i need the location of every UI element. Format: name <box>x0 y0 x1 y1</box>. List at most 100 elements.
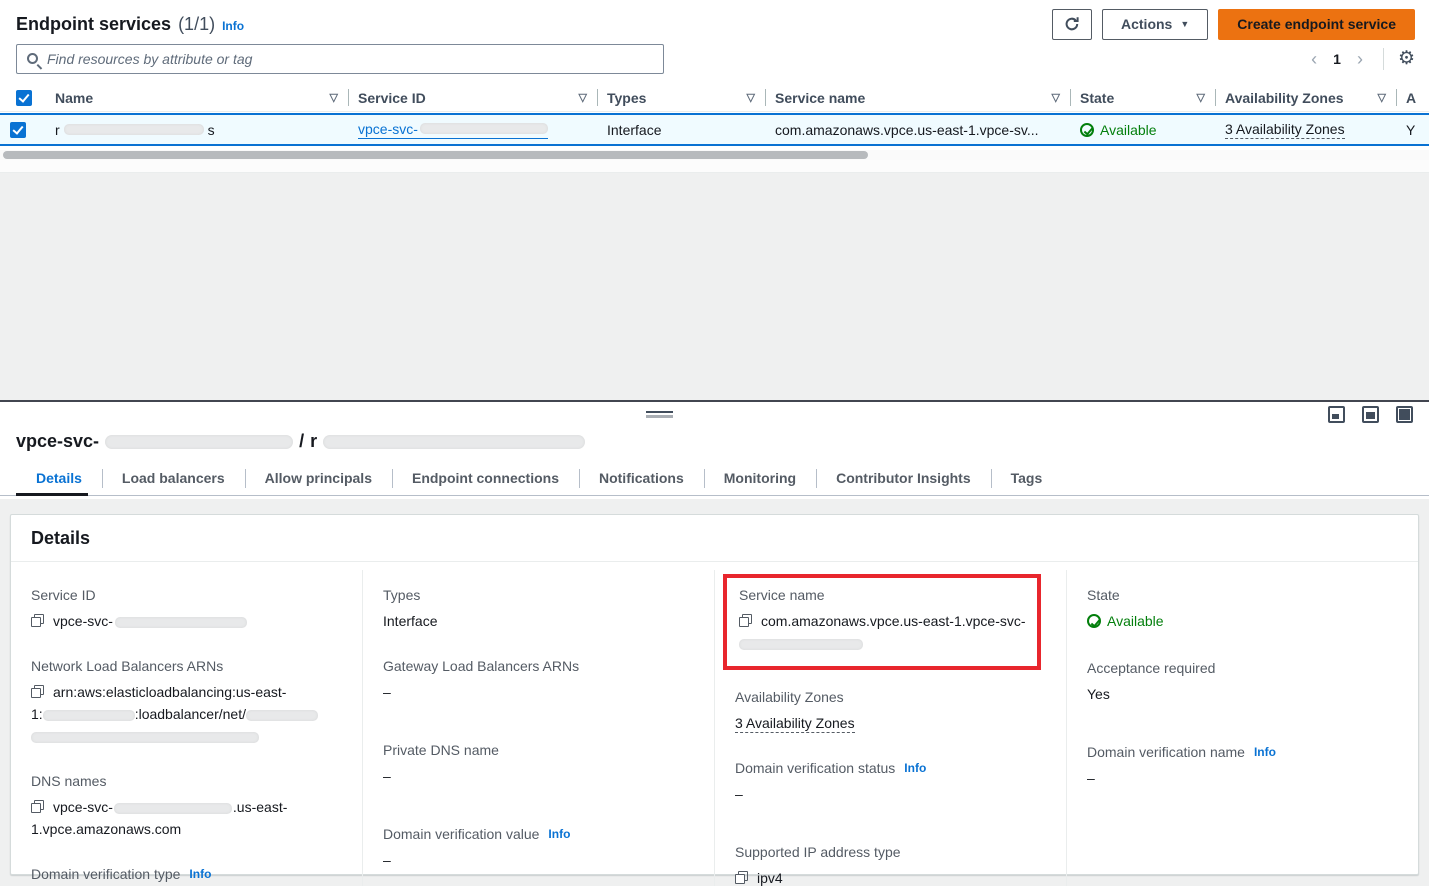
redacted-lb-name <box>246 710 318 721</box>
pagination: ‹ 1 › ⚙ <box>1305 48 1415 70</box>
availability-zones-popover-link[interactable]: 3 Availability Zones <box>735 715 855 733</box>
panel-position-bottom-icon[interactable] <box>1328 406 1345 423</box>
tab-monitoring[interactable]: Monitoring <box>704 461 816 495</box>
column-header-service-id[interactable]: Service ID ▽ <box>348 84 597 111</box>
horizontal-scrollbar-thumb[interactable] <box>3 151 868 159</box>
field-service-id: Service ID vpce-svc- <box>31 584 342 632</box>
filter-icon[interactable]: ▽ <box>739 91 755 104</box>
tab-contributor-insights[interactable]: Contributor Insights <box>816 461 991 495</box>
info-link[interactable]: Info <box>189 863 211 885</box>
copy-icon[interactable] <box>31 614 44 627</box>
redacted-service-id-value <box>115 617 247 628</box>
tab-endpoint-connections[interactable]: Endpoint connections <box>392 461 579 495</box>
search-icon <box>27 53 38 64</box>
row-types-cell: Interface <box>597 115 765 144</box>
row-checkbox[interactable] <box>10 122 26 138</box>
redacted-account-id <box>43 710 135 721</box>
field-domain-verification-type: Domain verification type Info – <box>31 863 342 886</box>
tab-details[interactable]: Details <box>16 461 102 495</box>
details-card-body: Service ID vpce-svc- Network Load Balanc… <box>11 562 1418 886</box>
field-supported-ip: Supported IP address type ipv4 <box>735 841 1046 886</box>
row-service-id-cell: vpce-svc- <box>348 115 597 144</box>
column-header-state[interactable]: State ▽ <box>1070 84 1215 111</box>
details-tab-content: Details Service ID vpce-svc- Network L <box>0 499 1429 886</box>
page-header: Endpoint services (1/1) Info Actions ▼ C… <box>16 7 1415 41</box>
endpoint-services-table-pane: Endpoint services (1/1) Info Actions ▼ C… <box>0 0 1429 400</box>
redacted-title-id <box>105 435 293 449</box>
table-header-row: Name ▽ Service ID ▽ Types ▽ Service name… <box>0 84 1429 112</box>
split-panel-chrome <box>0 402 1429 428</box>
previous-page-button[interactable]: ‹ <box>1305 50 1323 68</box>
info-link[interactable]: Info <box>904 757 926 779</box>
success-check-icon <box>1080 123 1094 137</box>
detail-tabs: Details Load balancers Allow principals … <box>0 461 1429 496</box>
copy-icon[interactable] <box>735 871 748 884</box>
details-card-title: Details <box>11 515 1418 562</box>
copy-icon[interactable] <box>739 614 752 627</box>
field-service-name: Service name com.amazonaws.vpce.us-east-… <box>739 584 1027 654</box>
search-input[interactable] <box>47 51 653 67</box>
tab-allow-principals[interactable]: Allow principals <box>245 461 392 495</box>
create-endpoint-service-button[interactable]: Create endpoint service <box>1218 9 1415 40</box>
table-bottom-strip <box>0 160 1429 173</box>
table-controls-row: ‹ 1 › ⚙ <box>16 43 1415 74</box>
field-availability-zones: Availability Zones 3 Availability Zones <box>735 686 1046 734</box>
column-header-availability-zones[interactable]: Availability Zones ▽ <box>1215 84 1396 111</box>
page-title: Endpoint services <box>16 14 171 35</box>
success-check-icon <box>1087 614 1101 628</box>
split-panel-title: vpce-svc- / r <box>0 428 1429 461</box>
field-domain-verification-name: Domain verification name Info – <box>1087 741 1398 789</box>
filter-icon[interactable]: ▽ <box>1044 91 1060 104</box>
split-panel-drag-handle[interactable] <box>646 411 673 418</box>
panel-position-side-icon[interactable] <box>1362 406 1379 423</box>
info-link[interactable]: Info <box>1254 741 1276 763</box>
horizontal-scrollbar[interactable] <box>0 150 1429 160</box>
table-row[interactable]: r s vpce-svc- Interface com.amazonaws.vp… <box>0 113 1429 146</box>
create-endpoint-service-label: Create endpoint service <box>1237 16 1396 32</box>
field-glb-arns: Gateway Load Balancers ARNs – <box>383 655 694 703</box>
column-header-service-name[interactable]: Service name ▽ <box>765 84 1070 111</box>
gear-icon[interactable]: ⚙ <box>1398 49 1415 68</box>
header-actions: Actions ▼ Create endpoint service <box>1052 9 1415 40</box>
field-domain-verification-status: Domain verification status Info – <box>735 757 1046 805</box>
field-private-dns-name: Private DNS name – <box>383 739 694 787</box>
column-header-name[interactable]: Name ▽ <box>45 84 348 111</box>
title-group: Endpoint services (1/1) Info <box>16 14 244 35</box>
actions-button-label: Actions <box>1121 16 1172 32</box>
field-types: Types Interface <box>383 584 694 632</box>
next-page-button[interactable]: › <box>1351 50 1369 68</box>
pager-divider <box>1383 48 1384 70</box>
filter-icon[interactable]: ▽ <box>1370 91 1386 104</box>
details-column-2: Types Interface Gateway Load Balancers A… <box>362 570 714 886</box>
row-clipped-cell: Y <box>1396 115 1429 144</box>
field-nlb-arns: Network Load Balancers ARNs arn:aws:elas… <box>31 655 342 747</box>
service-id-link[interactable]: vpce-svc- <box>358 121 548 139</box>
column-header-clipped[interactable]: A <box>1396 84 1429 111</box>
panel-position-full-icon[interactable] <box>1396 406 1413 423</box>
tab-tags[interactable]: Tags <box>991 461 1063 495</box>
refresh-button[interactable] <box>1052 9 1092 40</box>
tab-notifications[interactable]: Notifications <box>579 461 704 495</box>
redacted-service-id <box>420 123 548 134</box>
actions-button[interactable]: Actions ▼ <box>1102 9 1208 40</box>
chevron-down-icon: ▼ <box>1180 19 1189 29</box>
select-all-checkbox[interactable] <box>16 90 32 106</box>
details-column-3: Service name com.amazonaws.vpce.us-east-… <box>714 570 1066 886</box>
filter-icon[interactable]: ▽ <box>1189 91 1205 104</box>
header-info-link[interactable]: Info <box>222 19 244 33</box>
availability-zones-popover-link[interactable]: 3 Availability Zones <box>1225 121 1345 139</box>
current-page-number[interactable]: 1 <box>1327 51 1347 67</box>
details-card: Details Service ID vpce-svc- Network L <box>10 514 1419 875</box>
endpoint-services-screen: Endpoint services (1/1) Info Actions ▼ C… <box>0 0 1429 886</box>
filter-icon[interactable]: ▽ <box>322 91 338 104</box>
info-link[interactable]: Info <box>548 823 570 845</box>
annotation-red-box: Service name com.amazonaws.vpce.us-east-… <box>723 574 1041 670</box>
copy-icon[interactable] <box>31 685 44 698</box>
copy-icon[interactable] <box>31 800 44 813</box>
field-acceptance-required: Acceptance required Yes <box>1087 657 1398 705</box>
filter-icon[interactable]: ▽ <box>571 91 587 104</box>
select-all-cell <box>0 84 45 111</box>
row-state-cell: Available <box>1070 115 1215 144</box>
tab-load-balancers[interactable]: Load balancers <box>102 461 245 495</box>
column-header-types[interactable]: Types ▽ <box>597 84 765 111</box>
